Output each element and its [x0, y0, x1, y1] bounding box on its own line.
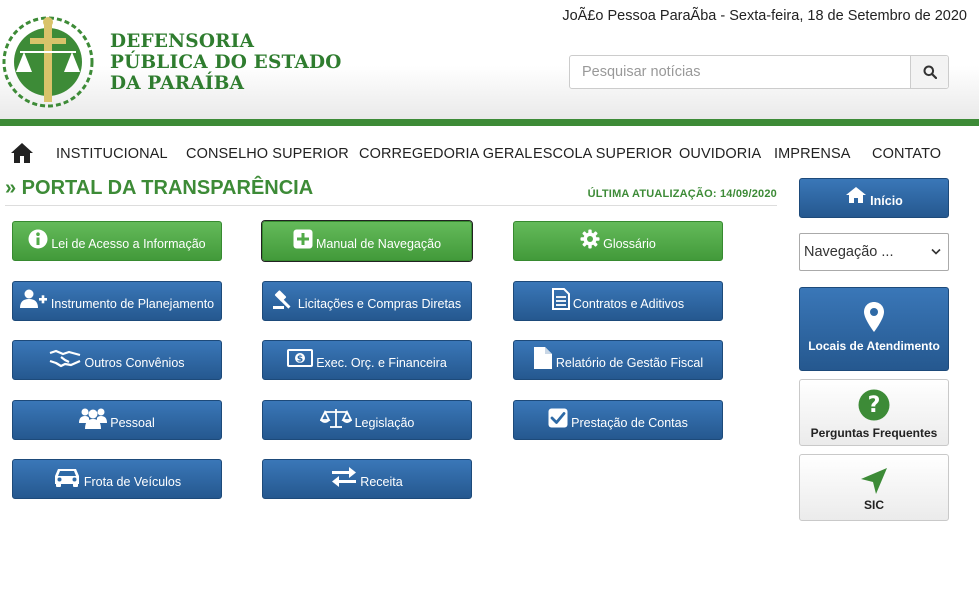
navegacao-select-value: Navegação ...: [804, 244, 894, 260]
nav-item-ouvidoria[interactable]: OUVIDORIA: [679, 146, 761, 162]
gear-icon: [580, 229, 600, 249]
home-icon: [845, 186, 867, 204]
sic-button[interactable]: SIC: [799, 454, 949, 521]
svg-text:$: $: [297, 355, 303, 365]
file-icon: [533, 346, 553, 370]
info-circle-icon: [28, 229, 48, 249]
car-icon: [53, 467, 81, 487]
manual-navegacao-button[interactable]: Manual de Navegação: [261, 220, 473, 262]
gavel-icon: [272, 289, 295, 309]
page-title: » PORTAL DA TRANSPARÊNCIA: [5, 177, 314, 199]
nav-item-institucional[interactable]: INSTITUCIONAL: [56, 146, 168, 162]
perguntas-frequentes-button[interactable]: ? Perguntas Frequentes: [799, 379, 949, 446]
question-circle-icon: ?: [858, 389, 890, 421]
location-arrow-icon: [861, 468, 887, 494]
nav-item-corregedoria-geral[interactable]: CORREGEDORIA GERAL: [359, 146, 532, 162]
outros-convenios-button[interactable]: Outros Convênios: [12, 340, 222, 380]
document-icon: [551, 288, 570, 310]
button-label: Exec. Orç. e Financeira: [316, 356, 447, 370]
button-label: Glossário: [603, 237, 656, 251]
brand-name[interactable]: DEFENSORIA PÚBLICA DO ESTADO DA PARAÍBA: [110, 31, 342, 94]
button-label: Receita: [360, 475, 403, 489]
button-label: Manual de Navegação: [315, 237, 442, 251]
legislacao-button[interactable]: Legislação: [262, 400, 472, 440]
button-label: Legislação: [354, 416, 415, 430]
nav-item-escola-superior[interactable]: ESCOLA SUPERIOR: [533, 146, 672, 162]
plus-square-icon: [293, 229, 313, 249]
contratos-button[interactable]: Contratos e Aditivos: [513, 281, 723, 321]
button-label: Outros Convênios: [84, 356, 185, 370]
button-label: Pessoal: [110, 416, 155, 430]
brand-line-2: PÚBLICA DO ESTADO: [110, 52, 342, 73]
perguntas-label: Perguntas Frequentes: [810, 426, 938, 440]
button-label: Instrumento de Planejamento: [50, 297, 215, 311]
last-update: ÚLTIMA ATUALIZAÇÃO: 14/09/2020: [587, 188, 777, 200]
nav-item-conselho-superior[interactable]: CONSELHO SUPERIOR: [186, 146, 349, 162]
sic-label: SIC: [863, 498, 884, 512]
frota-veiculos-button[interactable]: Frota de Veículos: [12, 459, 222, 499]
exchange-icon: [331, 467, 357, 487]
header-divider: [0, 119, 979, 126]
map-marker-icon: [864, 302, 884, 332]
search-input[interactable]: [570, 56, 910, 88]
receita-button[interactable]: Receita: [262, 459, 472, 499]
brand-line-1: DEFENSORIA: [110, 31, 255, 52]
search-box: [569, 55, 949, 89]
button-label: Relatório de Gestão Fiscal: [555, 356, 704, 370]
home-icon[interactable]: [10, 142, 34, 164]
money-icon: $: [287, 349, 314, 367]
button-label: Contratos e Aditivos: [572, 297, 685, 311]
prestacao-contas-button[interactable]: Prestação de Contas: [513, 400, 723, 440]
button-label: Frota de Veículos: [83, 475, 182, 489]
inicio-label: Início: [870, 194, 903, 208]
check-square-icon: [548, 408, 568, 428]
licitacoes-button[interactable]: Licitações e Compras Diretas: [262, 281, 472, 321]
brand-line-3: DA PARAÍBA: [110, 73, 245, 94]
date-line: JoÃ£o Pessoa ParaÃba - Sexta-feira, 18 d…: [562, 8, 967, 24]
nav-item-imprensa[interactable]: IMPRENSA: [774, 146, 851, 162]
button-label: Lei de Acesso a Informação: [51, 237, 206, 251]
inicio-button[interactable]: Início: [799, 178, 949, 218]
nav-item-contato[interactable]: CONTATO: [872, 146, 941, 162]
scale-icon: [319, 407, 352, 429]
search-button[interactable]: [910, 56, 948, 88]
chevron-down-icon: [931, 248, 941, 255]
user-plus-icon: [19, 289, 48, 309]
instrumento-planejamento-button[interactable]: Instrumento de Planejamento: [12, 281, 222, 321]
navegacao-select[interactable]: Navegação ...: [799, 233, 949, 271]
users-icon: [79, 407, 108, 429]
svg-text:?: ?: [868, 393, 881, 418]
pessoal-button[interactable]: Pessoal: [12, 400, 222, 440]
title-divider: [5, 205, 777, 206]
locais-atendimento-button[interactable]: Locais de Atendimento: [799, 287, 949, 371]
button-label: Licitações e Compras Diretas: [297, 297, 462, 311]
defensoria-logo-icon[interactable]: [0, 8, 100, 112]
main-nav: INSTITUCIONAL CONSELHO SUPERIOR CORREGED…: [0, 140, 979, 170]
search-icon: [923, 65, 937, 79]
lei-acesso-button[interactable]: Lei de Acesso a Informação: [12, 221, 222, 261]
glossario-button[interactable]: Glossário: [513, 221, 723, 261]
site-header: DEFENSORIA PÚBLICA DO ESTADO DA PARAÍBA …: [0, 0, 979, 120]
handshake-icon: [49, 348, 81, 368]
button-label: Prestação de Contas: [571, 416, 688, 430]
exec-orc-financeira-button[interactable]: $ Exec. Orç. e Financeira: [262, 340, 472, 380]
locais-label: Locais de Atendimento: [808, 339, 940, 353]
relatorio-gestao-fiscal-button[interactable]: Relatório de Gestão Fiscal: [513, 340, 723, 380]
